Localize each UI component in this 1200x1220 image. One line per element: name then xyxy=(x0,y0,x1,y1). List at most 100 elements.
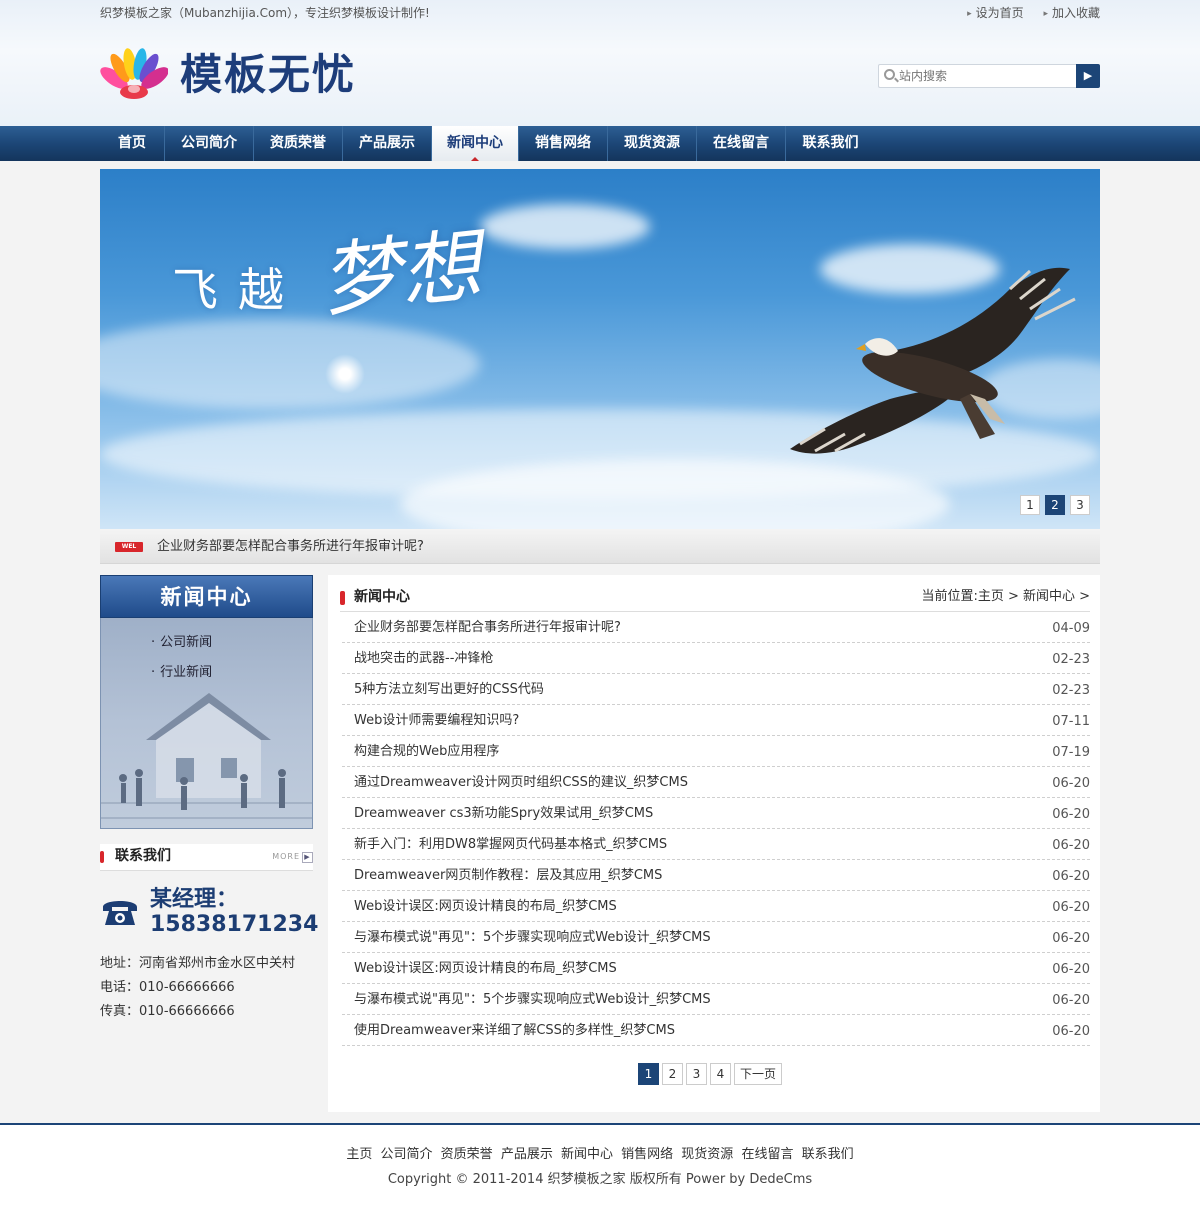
news-link[interactable]: 新手入门：利用DW8掌握网页代码基本格式_织梦CMS xyxy=(354,829,667,860)
list-item: Web设计师需要编程知识吗? 07-11 xyxy=(342,705,1090,736)
contact-tel: 电话：010-66666666 xyxy=(100,980,235,995)
news-date: 06-20 xyxy=(1052,838,1090,853)
nav-item-sales[interactable]: 销售网络 xyxy=(519,126,608,161)
news-link[interactable]: Dreamweaver网页制作教程：层及其应用_织梦CMS xyxy=(354,860,662,891)
slide-dot[interactable]: 1 xyxy=(1020,495,1040,515)
banner-slider[interactable]: 飞越 梦想 123 xyxy=(100,169,1100,529)
footer-link-home[interactable]: 主页 xyxy=(346,1147,372,1162)
news-link[interactable]: 5种方法立刻写出更好的CSS代码 xyxy=(354,674,544,705)
banner-cloud xyxy=(480,204,650,249)
nav-item-products[interactable]: 产品展示 xyxy=(343,126,432,161)
search-input[interactable] xyxy=(899,67,1069,85)
news-date: 02-23 xyxy=(1052,652,1090,667)
footer-link-news[interactable]: 新闻中心 xyxy=(561,1147,613,1162)
sidebar-menu: 公司新闻 行业新闻 xyxy=(100,618,313,829)
news-link[interactable]: 企业财务部要怎样配合事务所进行年报审计呢? xyxy=(354,612,621,643)
news-date: 04-09 xyxy=(1052,621,1090,636)
contact-fax: 传真：010-66666666 xyxy=(100,1004,235,1019)
sidebar-item-industry-news[interactable]: 行业新闻 xyxy=(151,662,212,692)
page-3-button[interactable]: 3 xyxy=(686,1063,707,1085)
footer-links: 主页 公司简介 资质荣誉 产品展示 新闻中心 销售网络 现货资源 在线留言 联系… xyxy=(0,1143,1200,1162)
nav-item-contact[interactable]: 联系我们 xyxy=(786,126,875,161)
next-page-button[interactable]: 下一页 xyxy=(734,1063,783,1085)
welcome-badge: WEL xyxy=(115,542,143,552)
nav-item-stock[interactable]: 现货资源 xyxy=(608,126,697,161)
section-marker xyxy=(340,591,345,605)
news-link[interactable]: 与瀑布模式说"再见"：5个步骤实现响应式Web设计_织梦CMS xyxy=(354,922,711,953)
house-illustration xyxy=(101,693,312,819)
news-link[interactable]: 战地突击的武器--冲锋枪 xyxy=(354,643,493,674)
banner-title-line2: 梦想 xyxy=(316,218,486,329)
footer-link-stock[interactable]: 现货资源 xyxy=(681,1147,733,1162)
breadcrumb[interactable]: 当前位置:主页 > 新闻中心 > xyxy=(921,585,1090,609)
nav-item-news[interactable]: 新闻中心 xyxy=(432,126,519,161)
news-link[interactable]: Dreamweaver cs3新功能Spry效果试用_织梦CMS xyxy=(354,798,653,829)
contact-header: 联系我们 MORE ▶ xyxy=(100,844,313,871)
news-date: 06-20 xyxy=(1052,993,1090,1008)
footer-link-products[interactable]: 产品展示 xyxy=(501,1147,553,1162)
news-ticker: WEL 企业财务部要怎样配合事务所进行年报审计呢? xyxy=(100,529,1100,564)
footer-link-message[interactable]: 在线留言 xyxy=(741,1147,793,1162)
nav-item-message[interactable]: 在线留言 xyxy=(697,126,786,161)
list-item: 新手入门：利用DW8掌握网页代码基本格式_织梦CMS 06-20 xyxy=(342,829,1090,860)
arrow-right-icon: ▶ xyxy=(1083,69,1093,82)
more-button[interactable]: MORE ▶ xyxy=(272,851,313,863)
news-link[interactable]: 使用Dreamweaver来详细了解CSS的多样性_织梦CMS xyxy=(354,1015,675,1046)
page-2-button[interactable]: 2 xyxy=(662,1063,683,1085)
nav-item-honors[interactable]: 资质荣誉 xyxy=(254,126,343,161)
main-title: 新闻中心 xyxy=(354,589,410,605)
news-date: 06-20 xyxy=(1052,962,1090,977)
top-bar: 织梦模板之家（Mubanzhijia.Com），专注织梦模板设计制作! 设为首页… xyxy=(100,0,1100,26)
main-content: 新闻中心 当前位置:主页 > 新闻中心 > 企业财务部要怎样配合事务所进行年报审… xyxy=(328,575,1100,1112)
news-link[interactable]: 与瀑布模式说"再见"：5个步骤实现响应式Web设计_织梦CMS xyxy=(354,984,711,1015)
news-link[interactable]: 通过Dreamweaver设计网页时组织CSS的建议_织梦CMS xyxy=(354,767,688,798)
nav-item-about[interactable]: 公司简介 xyxy=(165,126,254,161)
list-item: 企业财务部要怎样配合事务所进行年报审计呢? 04-09 xyxy=(342,612,1090,643)
news-link[interactable]: Web设计师需要编程知识吗? xyxy=(354,705,519,736)
news-date: 06-20 xyxy=(1052,807,1090,822)
list-item: 通过Dreamweaver设计网页时组织CSS的建议_织梦CMS 06-20 xyxy=(342,767,1090,798)
eagle-image xyxy=(790,267,1076,454)
page-4-button[interactable]: 4 xyxy=(710,1063,731,1085)
search-button[interactable]: ▶ xyxy=(1076,64,1100,88)
search-icon xyxy=(884,69,895,80)
list-item: 战地突击的武器--冲锋枪 02-23 xyxy=(342,643,1090,674)
slide-dot-active[interactable]: 2 xyxy=(1045,495,1065,515)
news-date: 06-20 xyxy=(1052,776,1090,791)
news-link[interactable]: Web设计误区:网页设计精良的布局_织梦CMS xyxy=(354,953,617,984)
ticker-link[interactable]: 企业财务部要怎样配合事务所进行年报审计呢? xyxy=(157,529,424,564)
list-item: Web设计误区:网页设计精良的布局_织梦CMS 06-20 xyxy=(342,891,1090,922)
list-item: Web设计误区:网页设计精良的布局_织梦CMS 06-20 xyxy=(342,953,1090,984)
slide-dot[interactable]: 3 xyxy=(1070,495,1090,515)
site-logo[interactable]: 模板无忧 xyxy=(100,46,400,106)
nav-item-home[interactable]: 首页 xyxy=(100,126,165,161)
footer-link-sales[interactable]: 销售网络 xyxy=(621,1147,673,1162)
more-label: MORE xyxy=(272,852,300,861)
contact-title: 联系我们 xyxy=(115,848,171,864)
news-link[interactable]: 构建合规的Web应用程序 xyxy=(354,736,499,767)
list-item: Dreamweaver网页制作教程：层及其应用_织梦CMS 06-20 xyxy=(342,860,1090,891)
contact-manager: 某经理： xyxy=(150,887,239,912)
add-favorite-link[interactable]: 加入收藏 xyxy=(1043,6,1100,20)
set-homepage-link[interactable]: 设为首页 xyxy=(967,6,1024,20)
peacock-logo-icon xyxy=(100,48,168,99)
news-link[interactable]: Web设计误区:网页设计精良的布局_织梦CMS xyxy=(354,891,617,922)
sidebar-item-company-news[interactable]: 公司新闻 xyxy=(151,632,212,662)
news-date: 07-11 xyxy=(1052,714,1090,729)
footer-link-honors[interactable]: 资质荣誉 xyxy=(441,1147,493,1162)
banner-title-line1: 飞越 xyxy=(172,263,304,317)
news-date: 06-20 xyxy=(1052,900,1090,915)
list-item: 使用Dreamweaver来详细了解CSS的多样性_织梦CMS 06-20 xyxy=(342,1015,1090,1046)
section-marker xyxy=(100,851,104,863)
footer-link-about[interactable]: 公司简介 xyxy=(381,1147,433,1162)
banner-cloud xyxy=(100,319,480,409)
arrow-right-icon: ▶ xyxy=(302,852,313,863)
copyright: Copyright © 2011-2014 织梦模板之家 版权所有 Power … xyxy=(387,1172,813,1187)
list-item: 与瀑布模式说"再见"：5个步骤实现响应式Web设计_织梦CMS 06-20 xyxy=(342,922,1090,953)
search-box xyxy=(878,64,1076,88)
main-nav: 首页 公司简介 资质荣誉 产品展示 新闻中心 销售网络 现货资源 在线留言 联系… xyxy=(0,126,1200,161)
banner-sun xyxy=(325,354,365,394)
footer-link-contact[interactable]: 联系我们 xyxy=(802,1147,854,1162)
page-1-button[interactable]: 1 xyxy=(638,1063,659,1085)
contact-info: 地址：河南省郑州市金水区中关村 电话：010-66666666 传真：010-6… xyxy=(100,952,295,1024)
